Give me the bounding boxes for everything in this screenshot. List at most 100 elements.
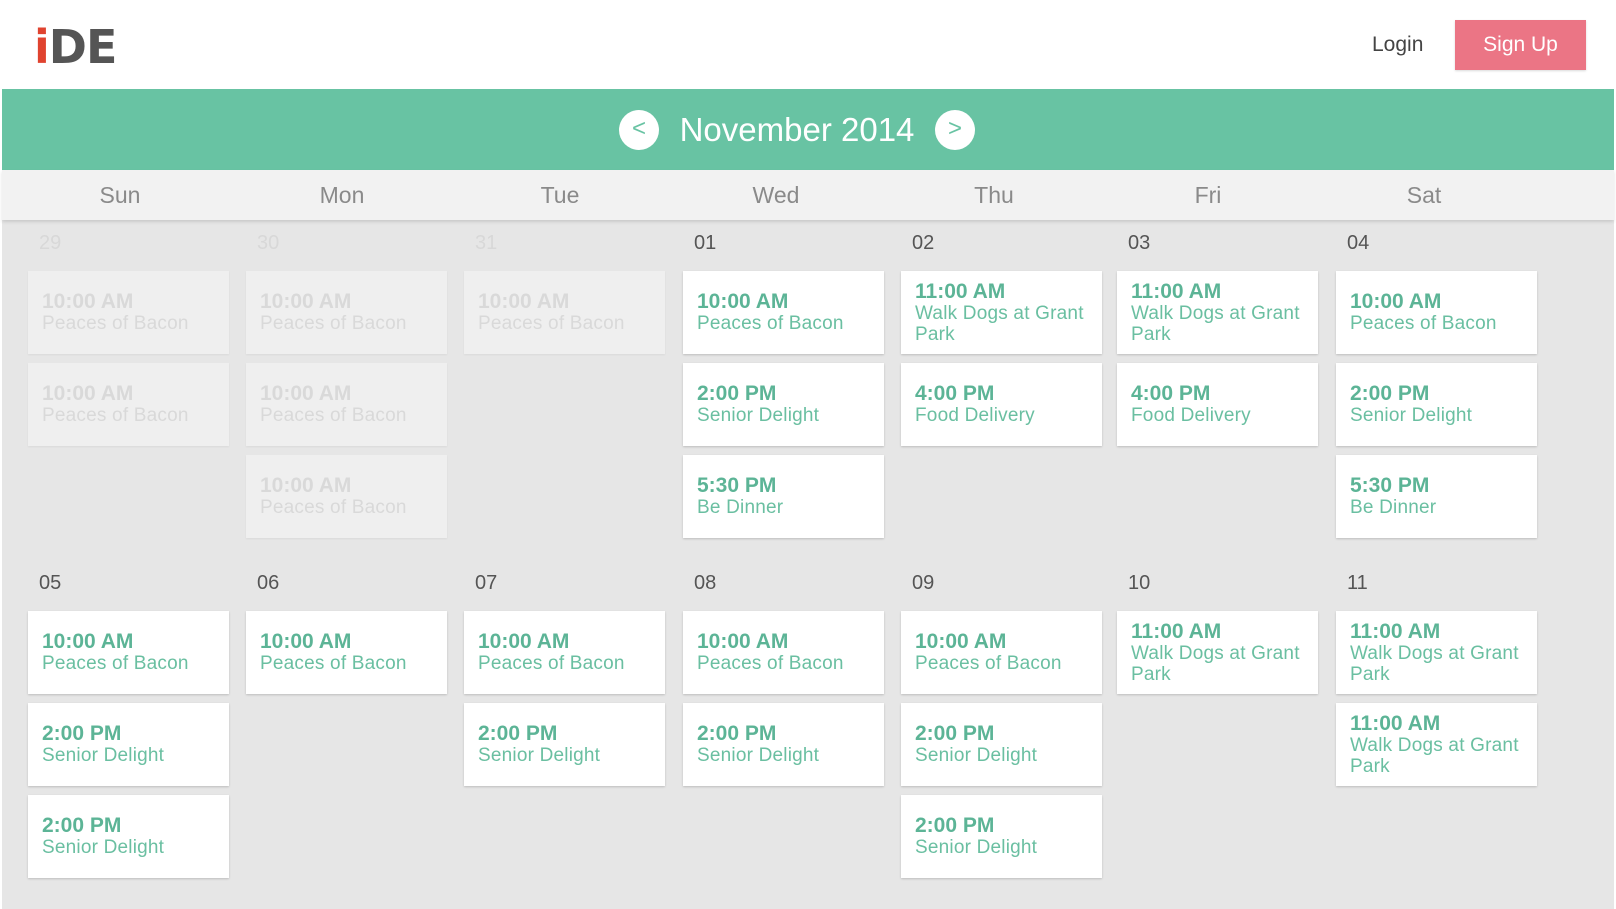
event-name: Peaces of Bacon [260, 497, 407, 518]
event-time: 11:00 AM [1350, 711, 1441, 735]
day-number-sun: 05 [39, 572, 62, 594]
event-time: 10:00 AM [42, 382, 134, 405]
event-card[interactable]: 11:00 AM Walk Dogs at Grant Park [1336, 703, 1537, 786]
event-card[interactable]: 10:00 AM Peaces of Bacon [1336, 271, 1537, 354]
event-card[interactable]: 10:00 AM Peaces of Bacon [28, 363, 229, 446]
event-card[interactable]: 10:00 AM Peaces of Bacon [28, 611, 229, 694]
event-card[interactable]: 2:00 PM Senior Delight [901, 703, 1102, 786]
signup-button[interactable]: Sign Up [1455, 20, 1586, 70]
event-time: 2:00 PM [697, 382, 777, 405]
event-card[interactable]: 10:00 AM Peaces of Bacon [464, 611, 665, 694]
event-time: 10:00 AM [42, 630, 134, 653]
day-number-sat: 11 [1347, 572, 1368, 594]
event-time: 2:00 PM [915, 722, 995, 745]
weekday-mon: Mon [319, 182, 365, 208]
ide-logo[interactable]: iDE [34, 20, 117, 74]
event-card[interactable]: 2:00 PM Senior Delight [683, 703, 884, 786]
event-card[interactable]: 2:00 PM Senior Delight [28, 703, 229, 786]
event-card[interactable]: 4:00 PM Food Delivery [901, 363, 1102, 446]
next-month-button[interactable]: > [935, 110, 975, 150]
event-name: Peaces of Bacon [260, 313, 407, 334]
month-banner: < November 2014 > [2, 89, 1614, 170]
day-number-tue: 31 [475, 232, 498, 254]
event-card[interactable]: 11:00 AM Walk Dogs at Grant Park [901, 271, 1102, 354]
event-card[interactable]: 5:30 PM Be Dinner [1336, 455, 1537, 538]
event-card[interactable]: 11:00 AM Walk Dogs at Grant Park [1117, 271, 1318, 354]
day-number-mon: 06 [257, 572, 280, 594]
event-name: Peaces of Bacon [42, 313, 189, 334]
event-time: 10:00 AM [1350, 290, 1442, 313]
event-name: Senior Delight [915, 745, 1038, 766]
event-name: Peaces of Bacon [478, 653, 625, 674]
event-card[interactable]: 11:00 AM Walk Dogs at Grant Park [1117, 611, 1318, 694]
weekday-sat: Sat [1406, 182, 1442, 208]
weekday-tue: Tue [540, 182, 580, 208]
month-title: November 2014 [679, 111, 915, 148]
event-card[interactable]: 10:00 AM Peaces of Bacon [28, 271, 229, 354]
event-card[interactable]: 2:00 PM Senior Delight [1336, 363, 1537, 446]
day-number-wed: 08 [694, 572, 717, 594]
day-number-sat: 04 [1347, 232, 1370, 254]
event-name: Be Dinner [1350, 497, 1437, 518]
event-card[interactable]: 11:00 AM Walk Dogs at Grant Park [1336, 611, 1537, 694]
event-card[interactable]: 10:00 AM Peaces of Bacon [246, 611, 447, 694]
event-time: 2:00 PM [1350, 382, 1430, 405]
event-name: Peaces of Bacon [260, 405, 407, 426]
event-time: 10:00 AM [478, 290, 570, 313]
event-name: Peaces of Bacon [42, 405, 189, 426]
event-name: Senior Delight [915, 837, 1038, 858]
prev-month-button[interactable]: < [619, 110, 659, 150]
day-number-thu: 09 [912, 572, 935, 594]
day-number-mon: 30 [257, 232, 280, 254]
weekday-wed: Wed [752, 182, 800, 208]
event-card[interactable]: 2:00 PM Senior Delight [28, 795, 229, 878]
event-card[interactable]: 10:00 AM Peaces of Bacon [683, 611, 884, 694]
event-card[interactable]: 10:00 AM Peaces of Bacon [683, 271, 884, 354]
event-time: 5:30 PM [1350, 474, 1430, 497]
day-number-sun: 29 [39, 232, 62, 254]
event-name: Senior Delight [42, 837, 165, 858]
event-time: 10:00 AM [260, 630, 352, 653]
event-time: 10:00 AM [697, 290, 789, 313]
weekday-header: Sun Mon Tue Wed Thu Fri Sat [2, 170, 1614, 220]
event-name: Peaces of Bacon [478, 313, 625, 334]
event-card[interactable]: 10:00 AM Peaces of Bacon [246, 455, 447, 538]
event-name: Walk Dogs at Grant Park [1131, 642, 1300, 685]
calendar-grid: 29 10:00 AM Peaces of Bacon 10:00 AM Peaces … [2, 220, 1614, 909]
event-name: Senior Delight [42, 745, 165, 766]
event-time: 10:00 AM [260, 474, 352, 497]
event-time: 4:00 PM [1131, 382, 1211, 405]
event-name: Peaces of Bacon [697, 653, 844, 674]
event-name: Walk Dogs at Grant Park [1131, 302, 1300, 345]
event-name: Senior Delight [697, 405, 820, 426]
event-card[interactable]: 5:30 PM Be Dinner [683, 455, 884, 538]
event-time: 10:00 AM [915, 630, 1007, 653]
event-time: 11:00 AM [1350, 619, 1441, 643]
weekday-fri: Fri [1194, 182, 1222, 208]
event-name: Peaces of Bacon [260, 653, 407, 674]
event-card[interactable]: 2:00 PM Senior Delight [683, 363, 884, 446]
event-name: Be Dinner [697, 497, 784, 518]
event-time: 11:00 AM [915, 279, 1006, 303]
logo-i: i [34, 20, 50, 74]
event-card[interactable]: 10:00 AM Peaces of Bacon [246, 271, 447, 354]
day-number-tue: 07 [475, 572, 498, 594]
event-card[interactable]: 4:00 PM Food Delivery [1117, 363, 1318, 446]
event-card[interactable]: 10:00 AM Peaces of Bacon [464, 271, 665, 354]
event-name: Senior Delight [697, 745, 820, 766]
event-time: 2:00 PM [915, 814, 995, 837]
event-name: Senior Delight [478, 745, 601, 766]
event-time: 2:00 PM [697, 722, 777, 745]
event-time: 4:00 PM [915, 382, 995, 405]
event-time: 10:00 AM [478, 630, 570, 653]
login-link[interactable]: Login [1372, 30, 1423, 60]
day-number-fri: 03 [1128, 232, 1151, 254]
event-card[interactable]: 2:00 PM Senior Delight [464, 703, 665, 786]
event-time: 2:00 PM [478, 722, 558, 745]
event-card[interactable]: 10:00 AM Peaces of Bacon [246, 363, 447, 446]
event-name: Peaces of Bacon [1350, 313, 1497, 334]
event-card[interactable]: 2:00 PM Senior Delight [901, 795, 1102, 878]
event-card[interactable]: 10:00 AM Peaces of Bacon [901, 611, 1102, 694]
event-time: 10:00 AM [260, 382, 352, 405]
event-time: 10:00 AM [42, 290, 134, 313]
